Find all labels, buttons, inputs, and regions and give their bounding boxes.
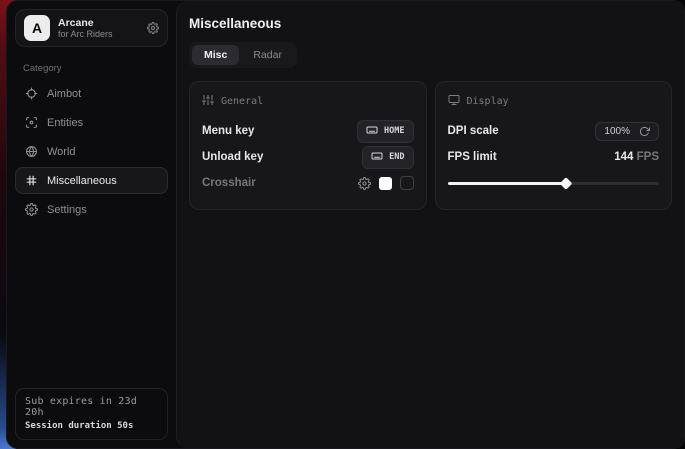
sidebar-item-aimbot[interactable]: Aimbot bbox=[15, 80, 168, 107]
sidebar-nav: Aimbot Entities World Miscellaneous bbox=[15, 80, 168, 223]
fps-number: 144 bbox=[614, 151, 633, 163]
crosshair-color-swatch[interactable] bbox=[379, 177, 392, 190]
crosshair-row: Crosshair bbox=[202, 171, 414, 195]
unload-key-value: END bbox=[389, 152, 404, 162]
hash-grid-icon bbox=[25, 174, 38, 187]
general-card-header: General bbox=[202, 94, 414, 109]
fps-limit-slider[interactable] bbox=[448, 177, 660, 189]
tabbar: Misc Radar bbox=[189, 42, 297, 68]
sidebar-item-world[interactable]: World bbox=[15, 138, 168, 165]
crosshair-controls bbox=[358, 176, 414, 190]
general-card-title: General bbox=[221, 96, 263, 107]
sidebar-item-label: World bbox=[47, 146, 76, 158]
unload-key-row: Unload key END bbox=[202, 145, 414, 169]
app-title: Arcane bbox=[58, 17, 139, 29]
crosshair-enable-checkbox[interactable] bbox=[400, 176, 414, 190]
sidebar-spacer bbox=[15, 223, 168, 388]
display-card-header: Display bbox=[448, 94, 660, 109]
general-card: General Menu key HOME Unload key bbox=[189, 81, 427, 210]
dpi-scale-select[interactable]: 100% bbox=[595, 122, 659, 141]
session-duration-text: Session duration 50s bbox=[25, 421, 158, 431]
gear-icon bbox=[25, 203, 38, 216]
crosshair-label: Crosshair bbox=[202, 177, 256, 189]
sidebar-item-label: Aimbot bbox=[47, 88, 81, 100]
crosshair-settings-gear-icon[interactable] bbox=[358, 177, 371, 190]
sidebar-item-settings[interactable]: Settings bbox=[15, 196, 168, 223]
fps-limit-row: FPS limit 144 FPS bbox=[448, 145, 660, 169]
brand-card: A Arcane for Arc Riders bbox=[15, 9, 168, 47]
app-logo: A bbox=[24, 15, 50, 41]
dpi-scale-value: 100% bbox=[604, 126, 630, 137]
unload-key-label: Unload key bbox=[202, 151, 263, 163]
tab-radar[interactable]: Radar bbox=[241, 45, 294, 65]
crosshair-icon bbox=[25, 87, 38, 100]
dpi-scale-label: DPI scale bbox=[448, 125, 499, 137]
globe-icon bbox=[25, 145, 38, 158]
sidebar-item-label: Settings bbox=[47, 204, 87, 216]
refresh-icon bbox=[639, 126, 650, 137]
page-title: Miscellaneous bbox=[189, 16, 672, 31]
fps-slider-thumb[interactable] bbox=[560, 177, 573, 190]
menu-key-row: Menu key HOME bbox=[202, 119, 414, 143]
main-panel: Miscellaneous Misc Radar General Menu ke… bbox=[176, 1, 684, 448]
sliders-icon bbox=[202, 94, 214, 109]
display-card-title: Display bbox=[467, 96, 509, 107]
keyboard-icon bbox=[371, 150, 383, 165]
unload-key-bind-button[interactable]: END bbox=[362, 146, 413, 169]
menu-key-label: Menu key bbox=[202, 125, 254, 137]
sidebar-item-label: Entities bbox=[47, 117, 83, 129]
dpi-scale-row: DPI scale 100% bbox=[448, 119, 660, 143]
sidebar-item-entities[interactable]: Entities bbox=[15, 109, 168, 136]
display-card: Display DPI scale 100% FPS limit 144 FPS bbox=[435, 81, 673, 210]
menu-key-bind-button[interactable]: HOME bbox=[357, 120, 413, 143]
fps-unit: FPS bbox=[637, 151, 659, 163]
tab-misc[interactable]: Misc bbox=[192, 45, 239, 65]
scan-icon bbox=[25, 116, 38, 129]
sidebar-item-miscellaneous[interactable]: Miscellaneous bbox=[15, 167, 168, 194]
fps-limit-label: FPS limit bbox=[448, 151, 497, 163]
arcane-app-window: A Arcane for Arc Riders Category Aimbot bbox=[6, 0, 685, 449]
menu-key-value: HOME bbox=[384, 126, 404, 136]
fps-slider-fill bbox=[448, 182, 566, 185]
brand-text: Arcane for Arc Riders bbox=[58, 17, 139, 39]
keyboard-icon bbox=[366, 124, 378, 139]
subscription-info-card: Sub expires in 23d 20h Session duration … bbox=[15, 388, 168, 440]
sub-expiry-text: Sub expires in 23d 20h bbox=[25, 396, 158, 418]
sidebar: A Arcane for Arc Riders Category Aimbot bbox=[7, 1, 176, 448]
fps-limit-value: 144 FPS bbox=[614, 151, 659, 163]
cards-row: General Menu key HOME Unload key bbox=[189, 81, 672, 210]
sidebar-item-label: Miscellaneous bbox=[47, 175, 117, 187]
app-subtitle: for Arc Riders bbox=[58, 29, 139, 39]
monitor-icon bbox=[448, 94, 460, 109]
gear-icon[interactable] bbox=[147, 22, 159, 34]
category-label: Category bbox=[23, 63, 168, 74]
